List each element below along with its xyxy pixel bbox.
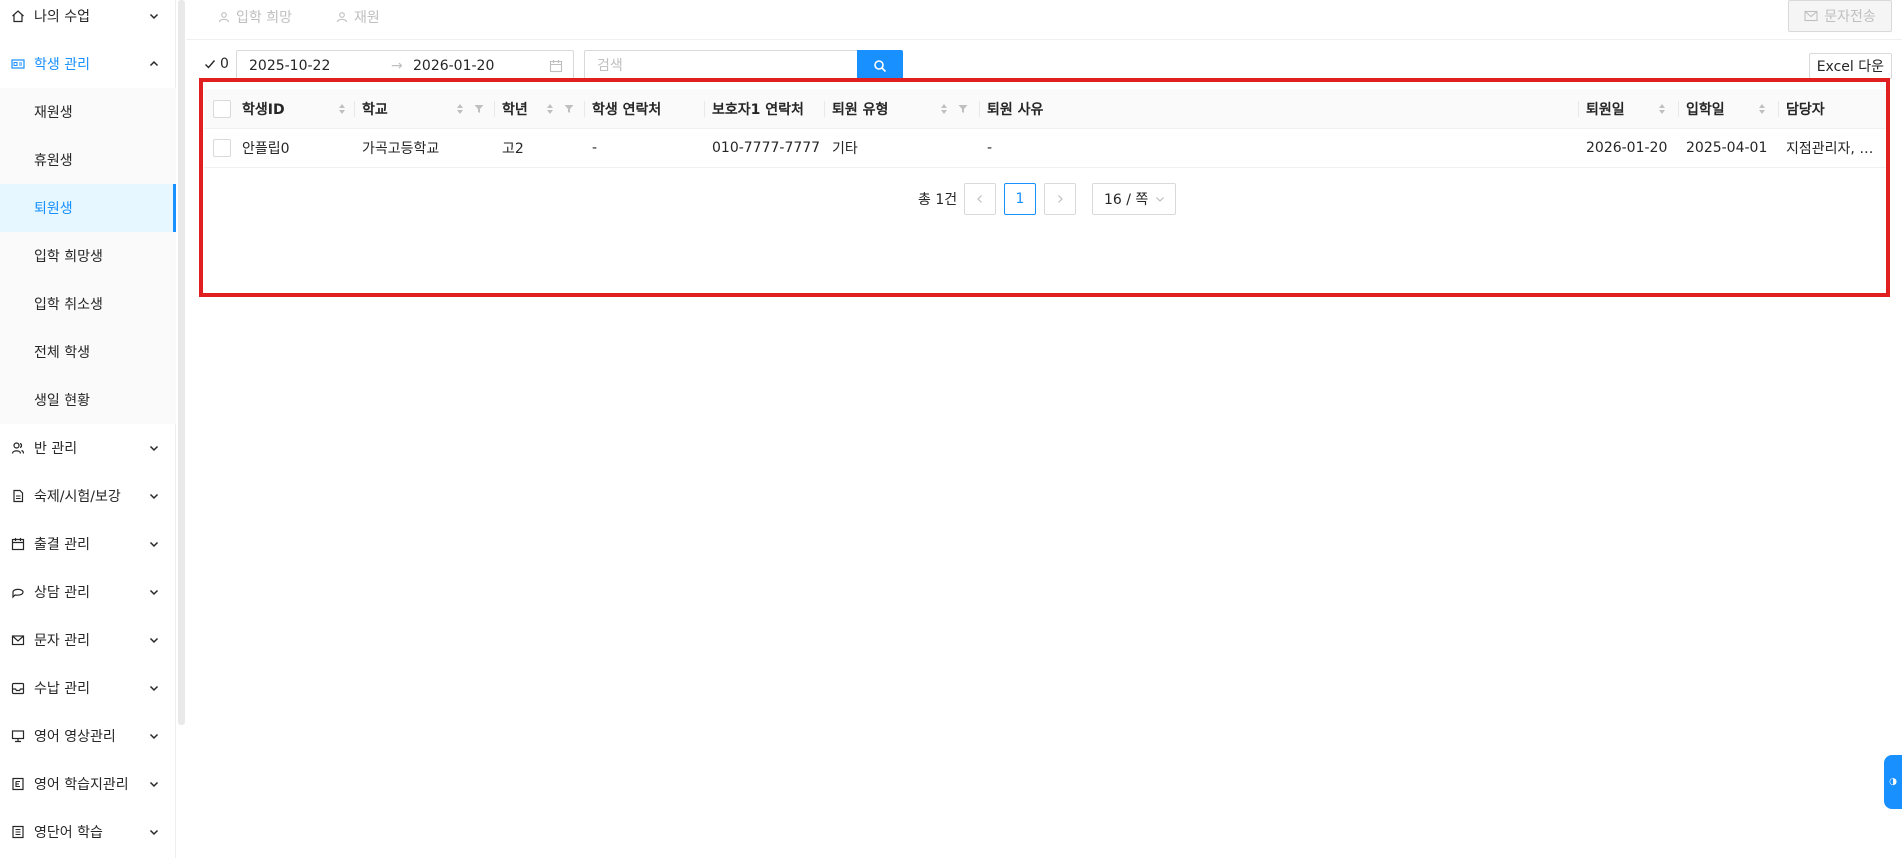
menu-my-class[interactable]: 나의 수업 — [0, 0, 176, 40]
menu-label: 상담 관리 — [34, 585, 90, 601]
menu-english-video[interactable]: 영어 영상관리 — [0, 712, 176, 760]
app: 나의 수업 학생 관리 재원생 휴원생 퇴원생 입학 희망생 입학 취소생 전체… — [0, 0, 1902, 858]
chevron-down-icon — [149, 733, 159, 740]
sms-button-label: 문자전송 — [1824, 9, 1876, 25]
excel-download-button[interactable]: Excel 다운 — [1808, 53, 1892, 79]
top-tabs: 입학 희망 재원 문자전송 — [186, 0, 1902, 40]
mail-icon — [1804, 10, 1818, 22]
submenu-label: 생일 현황 — [34, 393, 90, 409]
menu-label: 반 관리 — [34, 441, 78, 457]
chevron-down-icon — [149, 541, 159, 548]
users-icon — [10, 440, 26, 456]
menu-student-management[interactable]: 학생 관리 — [0, 40, 176, 88]
menu-label: 영어 학습지관리 — [34, 777, 129, 793]
submenu-label: 전체 학생 — [34, 345, 90, 361]
monitor-icon — [10, 728, 26, 744]
submenu-item-cancelled[interactable]: 입학 취소생 — [0, 280, 176, 328]
chevron-down-icon — [149, 445, 159, 452]
sidebar: 나의 수업 학생 관리 재원생 휴원생 퇴원생 입학 희망생 입학 취소생 전체… — [0, 0, 176, 858]
arrow-right-icon: → — [391, 58, 403, 74]
submenu-label: 입학 희망생 — [34, 249, 103, 265]
menu-label: 수납 관리 — [34, 681, 90, 697]
search-icon — [874, 60, 887, 73]
chevron-down-icon — [149, 781, 159, 788]
tab-prospective[interactable]: 입학 희망 — [218, 6, 292, 28]
menu-homework-exam[interactable]: 숙제/시험/보강 — [0, 472, 176, 520]
menu-label: 문자 관리 — [34, 633, 90, 649]
menu-attendance[interactable]: 출결 관리 — [0, 520, 176, 568]
menu-sms[interactable]: 문자 관리 — [0, 616, 176, 664]
date-start[interactable]: 2025-10-22 — [249, 58, 330, 74]
tab-label: 재원 — [354, 10, 380, 26]
menu-label: 숙제/시험/보강 — [34, 489, 121, 505]
mail-icon — [10, 632, 26, 648]
sidebar-scrollbar[interactable] — [178, 0, 185, 725]
document-icon — [10, 488, 26, 504]
menu-vocabulary[interactable]: 영단어 학습 — [0, 808, 176, 856]
send-sms-button[interactable]: 문자전송 — [1788, 0, 1892, 32]
student-submenu: 재원생 휴원생 퇴원생 입학 희망생 입학 취소생 전체 학생 생일 현황 — [0, 88, 176, 424]
chevron-down-icon — [149, 685, 159, 692]
check-icon — [205, 60, 216, 69]
submenu-item-prospective[interactable]: 입학 희망생 — [0, 232, 176, 280]
submenu-label: 휴원생 — [34, 153, 73, 169]
chevron-down-icon — [149, 13, 159, 20]
submenu-item-birthdays[interactable]: 생일 현황 — [0, 376, 176, 424]
calendar-icon — [549, 60, 563, 73]
tab-enrolled[interactable]: 재원 — [336, 6, 380, 28]
menu-label: 나의 수업 — [34, 9, 90, 25]
menu-english-worksheet[interactable]: 영어 학습지관리 — [0, 760, 176, 808]
chevron-up-icon — [149, 60, 159, 67]
chevron-down-icon — [149, 637, 159, 644]
calendar-icon — [10, 536, 26, 552]
chevron-down-icon — [149, 589, 159, 596]
chevron-down-icon — [149, 829, 159, 836]
id-card-icon — [10, 56, 26, 72]
highlight-box — [199, 78, 1890, 297]
selected-count-value: 0 — [220, 56, 229, 72]
inbox-icon — [10, 680, 26, 696]
headset-icon: ◑ — [1889, 776, 1897, 787]
submenu-item-on-leave[interactable]: 휴원생 — [0, 136, 176, 184]
menu-label: 영단어 학습 — [34, 825, 103, 841]
keyboard-icon — [10, 824, 26, 840]
submenu-label: 재원생 — [34, 105, 73, 121]
menu-label: 출결 관리 — [34, 537, 90, 553]
excel-button-label: Excel 다운 — [1816, 59, 1884, 75]
menu-counseling[interactable]: 상담 관리 — [0, 568, 176, 616]
submenu-label: 입학 취소생 — [34, 297, 103, 313]
e-book-icon — [10, 776, 26, 792]
menu-payment[interactable]: 수납 관리 — [0, 664, 176, 712]
user-icon — [336, 12, 348, 23]
home-icon — [10, 8, 26, 24]
menu-label: 학생 관리 — [34, 57, 90, 73]
tab-label: 입학 희망 — [236, 10, 292, 26]
date-end[interactable]: 2026-01-20 — [413, 58, 494, 74]
menu-label: 영어 영상관리 — [34, 729, 116, 745]
user-icon — [218, 12, 230, 23]
menu-class-management[interactable]: 반 관리 — [0, 424, 176, 472]
submenu-item-enrolled[interactable]: 재원생 — [0, 88, 176, 136]
chat-icon — [10, 584, 26, 600]
selected-count: 0 — [204, 56, 229, 72]
submenu-item-all-students[interactable]: 전체 학생 — [0, 328, 176, 376]
chevron-down-icon — [149, 493, 159, 500]
floating-help-button[interactable]: ◑ — [1884, 755, 1902, 809]
